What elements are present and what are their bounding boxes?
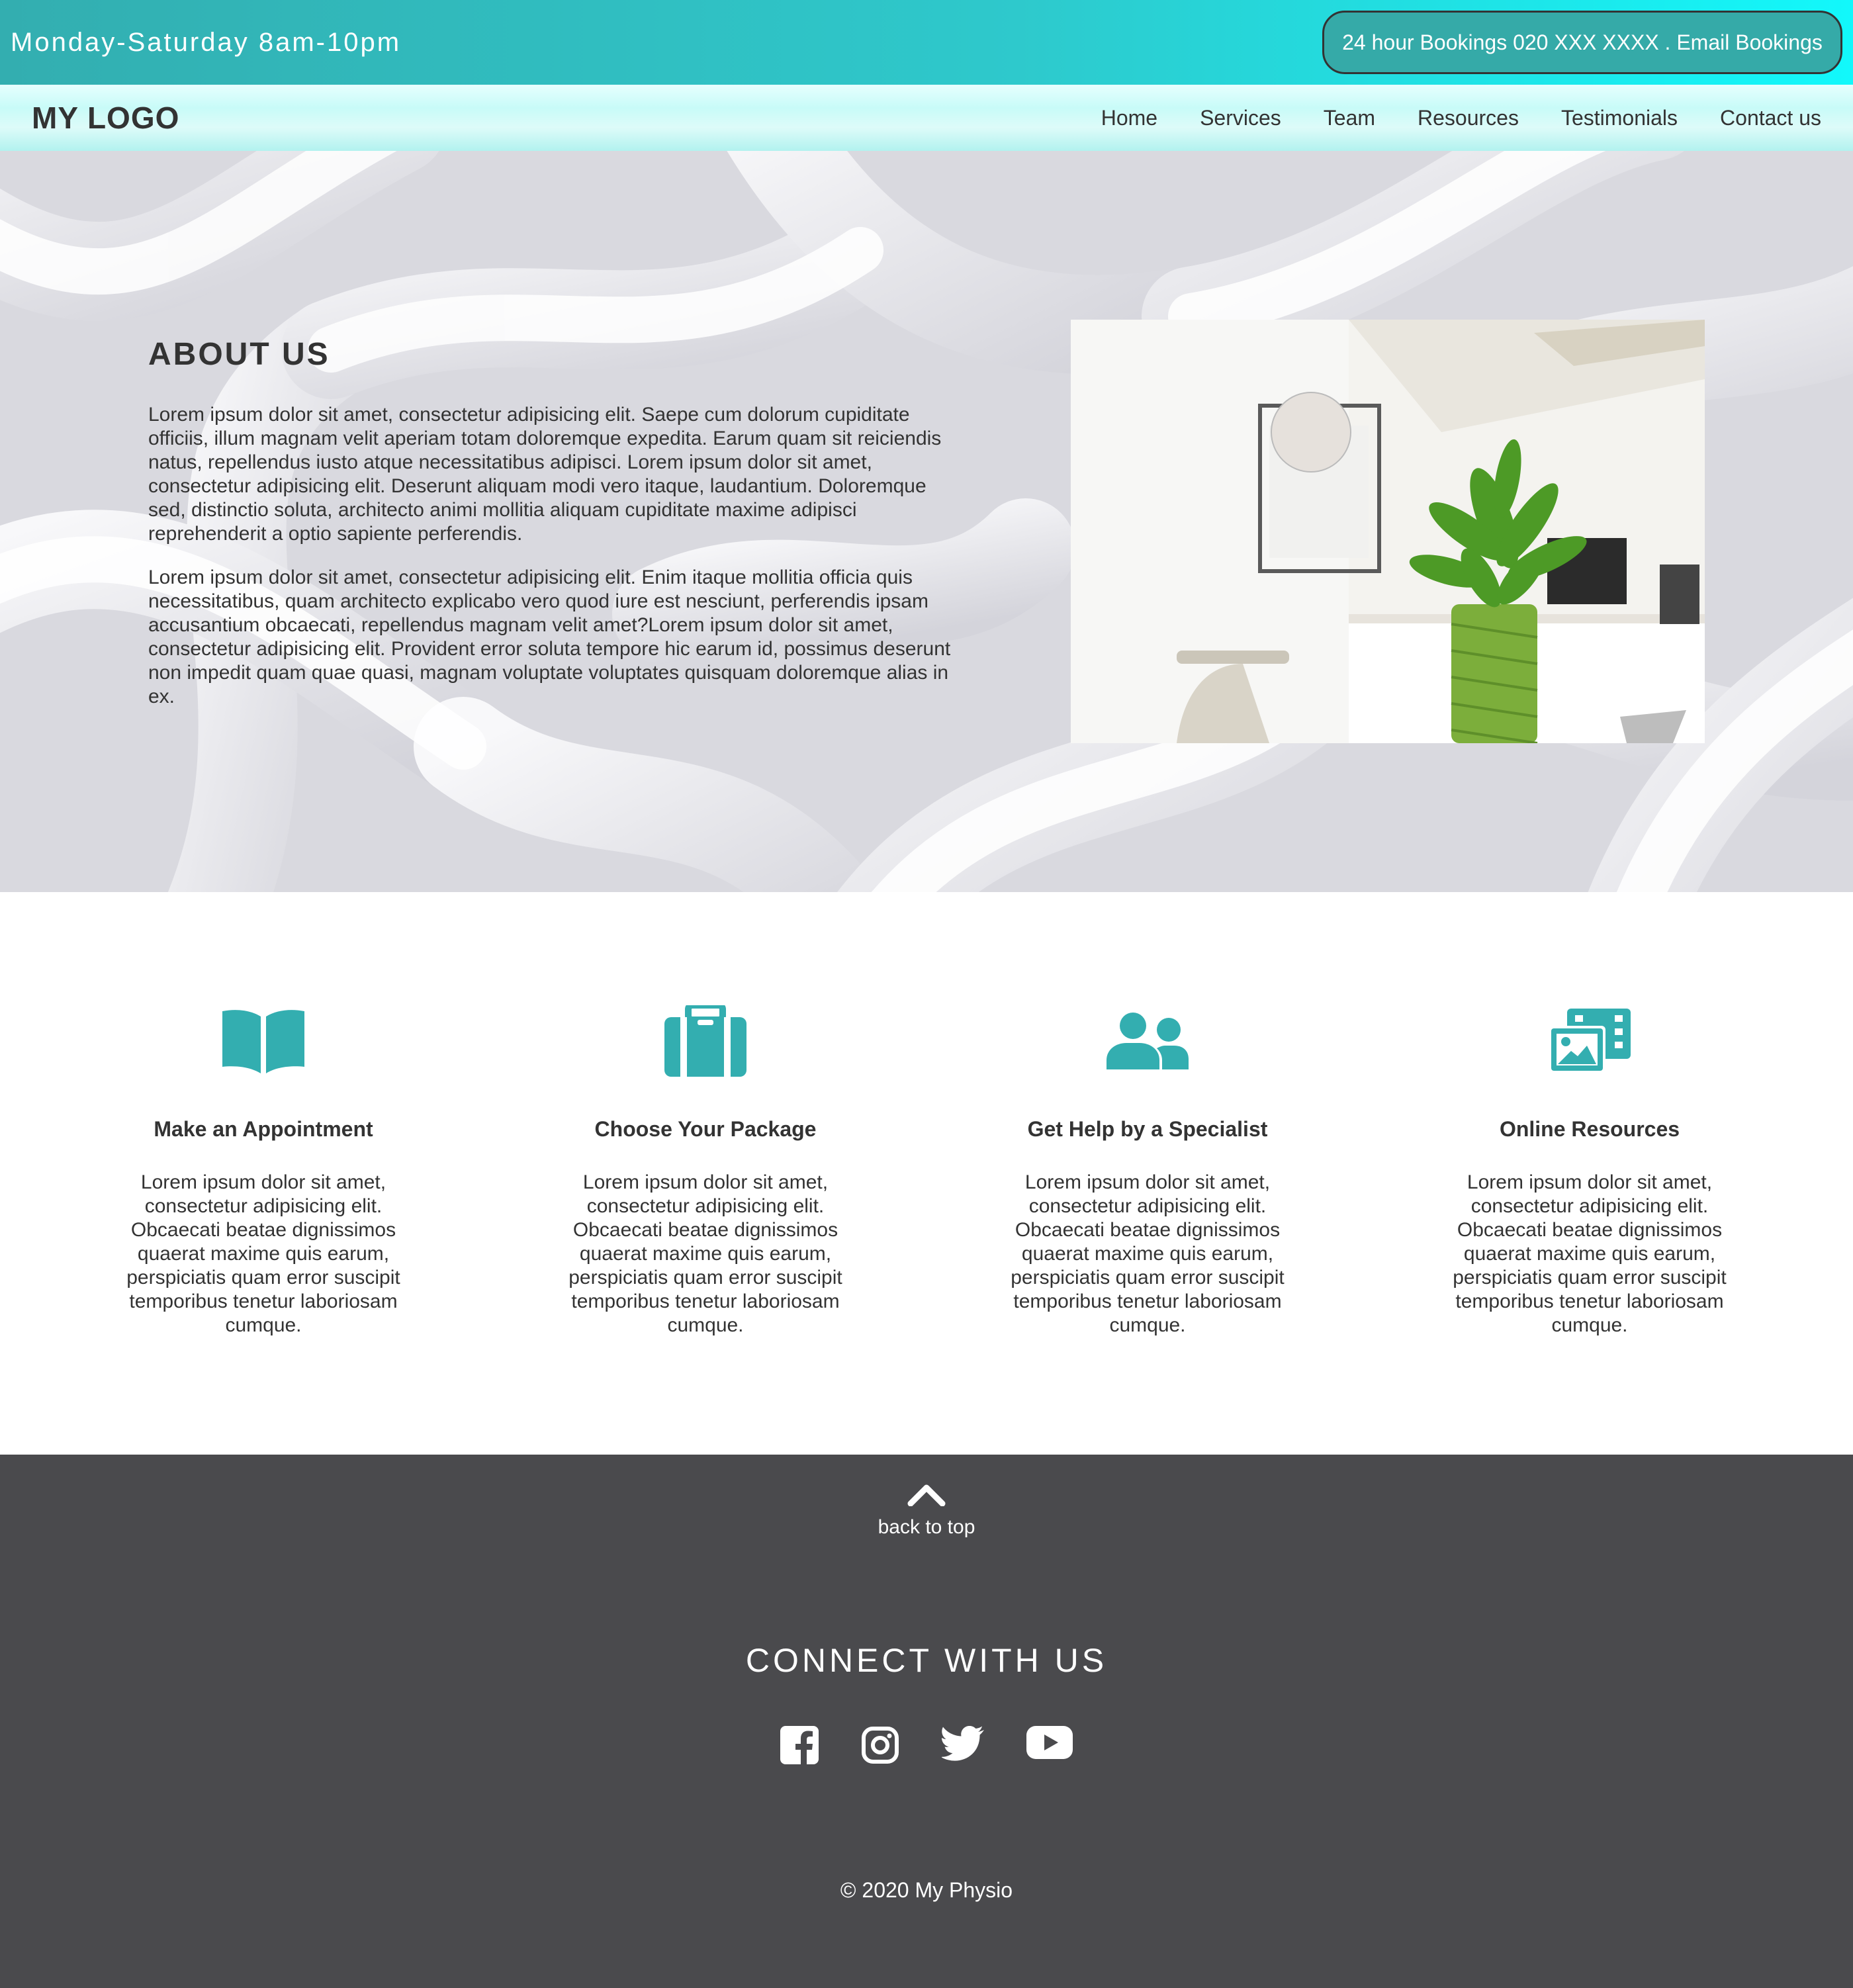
about-paragraph-2: Lorem ipsum dolor sit amet, consectetur … <box>148 566 951 707</box>
nav-home[interactable]: Home <box>1101 106 1157 130</box>
about-section: ABOUT US Lorem ipsum dolor sit amet, con… <box>0 151 1853 892</box>
navigation-bar: MY LOGO Home Services Team Resources Tes… <box>0 85 1853 151</box>
feature-resources: Online Resources Lorem ipsum dolor sit a… <box>1424 1005 1755 1337</box>
logo[interactable]: MY LOGO <box>32 100 179 136</box>
clinic-photo <box>1071 320 1705 743</box>
instagram-icon[interactable] <box>861 1726 899 1764</box>
feature-text: Lorem ipsum dolor sit amet, consectetur … <box>1453 1171 1727 1336</box>
connect-heading: CONNECT WITH US <box>745 1642 1108 1679</box>
chevron-up-icon <box>907 1484 946 1507</box>
back-to-top-label: back to top <box>878 1516 975 1538</box>
feature-specialist: Get Help by a Specialist Lorem ipsum dol… <box>982 1005 1313 1337</box>
feature-package: Choose Your Package Lorem ipsum dolor si… <box>540 1005 871 1337</box>
back-to-top-button[interactable]: back to top <box>827 1482 1026 1539</box>
booking-button[interactable]: 24 hour Bookings 020 XXX XXXX . Email Bo… <box>1322 11 1842 74</box>
feature-title: Make an Appointment <box>154 1117 373 1141</box>
feature-text: Lorem ipsum dolor sit amet, consectetur … <box>1011 1171 1285 1336</box>
features-section: Make an Appointment Lorem ipsum dolor si… <box>0 892 1853 1455</box>
about-content: ABOUT US Lorem ipsum dolor sit amet, con… <box>148 336 956 729</box>
nav-testimonials[interactable]: Testimonials <box>1561 106 1678 130</box>
book-open-icon <box>98 1005 429 1077</box>
feature-title: Choose Your Package <box>594 1117 817 1141</box>
top-bar: Monday-Saturday 8am-10pm 24 hour Booking… <box>0 0 1853 85</box>
facebook-icon[interactable] <box>780 1726 819 1764</box>
photo-video-icon <box>1424 1005 1755 1077</box>
about-paragraph-1: Lorem ipsum dolor sit amet, consectetur … <box>148 404 942 545</box>
suitcase-icon <box>540 1005 871 1077</box>
nav-team[interactable]: Team <box>1324 106 1375 130</box>
feature-text: Lorem ipsum dolor sit amet, consectetur … <box>126 1171 400 1336</box>
feature-appointment: Make an Appointment Lorem ipsum dolor si… <box>98 1005 429 1337</box>
footer: back to top CONNECT WITH US © 2020 My Ph… <box>0 1455 1853 1988</box>
users-icon <box>982 1005 1313 1077</box>
feature-text: Lorem ipsum dolor sit amet, consectetur … <box>568 1171 842 1336</box>
youtube-icon[interactable] <box>1026 1726 1073 1764</box>
about-heading: ABOUT US <box>148 337 330 372</box>
opening-hours: Monday-Saturday 8am-10pm <box>11 27 402 57</box>
nav-resources[interactable]: Resources <box>1418 106 1519 130</box>
main-nav: Home Services Team Resources Testimonial… <box>1059 106 1821 130</box>
nav-contact[interactable]: Contact us <box>1720 106 1821 130</box>
social-links <box>0 1726 1853 1764</box>
twitter-icon[interactable] <box>942 1726 984 1764</box>
feature-title: Online Resources <box>1499 1117 1680 1141</box>
nav-services[interactable]: Services <box>1200 106 1281 130</box>
copyright: © 2020 My Physio <box>840 1878 1013 1902</box>
feature-title: Get Help by a Specialist <box>1027 1117 1268 1141</box>
